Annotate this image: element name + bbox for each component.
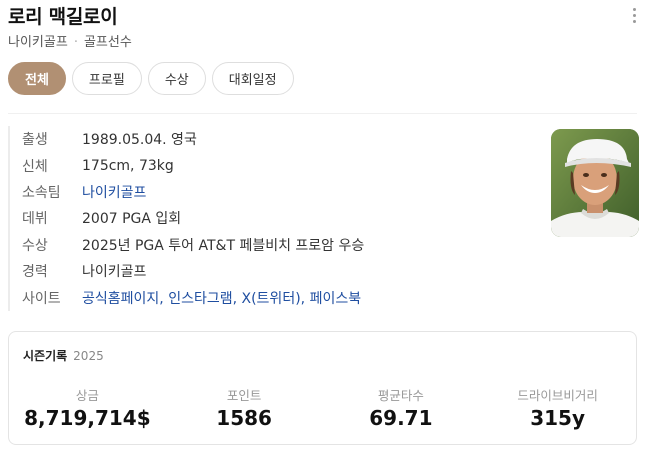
season-year: 2025	[73, 349, 104, 363]
birth-value: 1989.05.04. 영국	[82, 132, 197, 149]
stat-value: 8,719,714$	[24, 406, 151, 430]
player-photo-image	[551, 129, 639, 237]
site-label: 사이트	[22, 290, 61, 307]
title-row: 로리 맥길로이	[8, 2, 645, 30]
separator-dot: ·	[73, 35, 78, 50]
stat-prize-money: 상금 8,719,714$	[9, 385, 166, 430]
info-row-team: 소속팀 나이키골프	[22, 179, 542, 205]
site-link-twitter[interactable]: X(트위터)	[242, 291, 301, 307]
stat-driving-distance: 드라이브비거리 315y	[479, 385, 636, 430]
more-options-icon[interactable]	[631, 8, 637, 26]
info-row-birth: 출생 1989.05.04. 영국	[22, 126, 542, 152]
stat-label: 평균타수	[377, 388, 424, 403]
stat-value: 315y	[530, 406, 586, 430]
season-record-card: 시즌기록 2025 상금 8,719,714$ 포인트 1586 평균타수 69.…	[8, 331, 637, 445]
info-row-award: 수상 2025년 PGA 투어 AT&T 페블비치 프로암 우승	[22, 232, 542, 258]
award-label: 수상	[22, 237, 48, 254]
player-name: 로리 맥길로이	[8, 6, 118, 28]
player-subtitle: 나이키골프 · 골프선수	[8, 31, 132, 50]
site-links: 공식홈페이지, 인스타그램, X(트위터), 페이스북	[82, 290, 362, 307]
site-link-official[interactable]: 공식홈페이지	[82, 291, 159, 307]
player-photo[interactable]	[551, 129, 639, 237]
subtitle-team: 나이키골프	[8, 35, 68, 50]
season-title: 시즌기록	[23, 349, 68, 363]
site-link-instagram[interactable]: 인스타그램	[168, 291, 232, 307]
stat-value: 1586	[216, 406, 272, 430]
season-header: 시즌기록 2025	[23, 347, 104, 364]
team-label: 소속팀	[22, 184, 61, 201]
info-row-sites: 사이트 공식홈페이지, 인스타그램, X(트위터), 페이스북	[22, 284, 542, 310]
stat-label: 드라이브비거리	[517, 388, 598, 403]
season-stats: 상금 8,719,714$ 포인트 1586 평균타수 69.71 드라이브비거…	[9, 385, 636, 430]
body-label: 신체	[22, 158, 48, 175]
info-row-debut: 데뷔 2007 PGA 입회	[22, 205, 542, 231]
team-link[interactable]: 나이키골프	[82, 182, 146, 202]
section-divider	[8, 113, 637, 114]
profile-info: 출생 1989.05.04. 영국 신체 175cm, 73kg 소속팀 나이키…	[8, 126, 542, 311]
stat-scoring-average: 평균타수 69.71	[323, 385, 480, 430]
career-value: 나이키골프	[82, 264, 147, 281]
tab-all[interactable]: 전체	[8, 62, 66, 95]
debut-label: 데뷔	[22, 211, 48, 228]
tab-schedule[interactable]: 대회일정	[211, 62, 294, 95]
birth-label: 출생	[22, 132, 48, 149]
tab-profile[interactable]: 프로필	[71, 62, 142, 95]
debut-value: 2007 PGA 입회	[82, 211, 182, 228]
tab-bar: 전체 프로필 수상 대회일정	[8, 62, 294, 96]
site-link-facebook[interactable]: 페이스북	[310, 291, 362, 307]
tab-awards[interactable]: 수상	[147, 62, 206, 95]
subtitle-role: 골프선수	[83, 35, 132, 50]
info-row-career: 경력 나이키골프	[22, 258, 542, 284]
award-value: 2025년 PGA 투어 AT&T 페블비치 프로암 우승	[82, 237, 365, 254]
info-row-body: 신체 175cm, 73kg	[22, 152, 542, 178]
stat-value: 69.71	[369, 406, 433, 430]
stat-label: 상금	[75, 388, 99, 403]
career-label: 경력	[22, 264, 48, 281]
stat-points: 포인트 1586	[166, 385, 323, 430]
stat-label: 포인트	[226, 388, 262, 403]
body-value: 175cm, 73kg	[82, 157, 174, 174]
